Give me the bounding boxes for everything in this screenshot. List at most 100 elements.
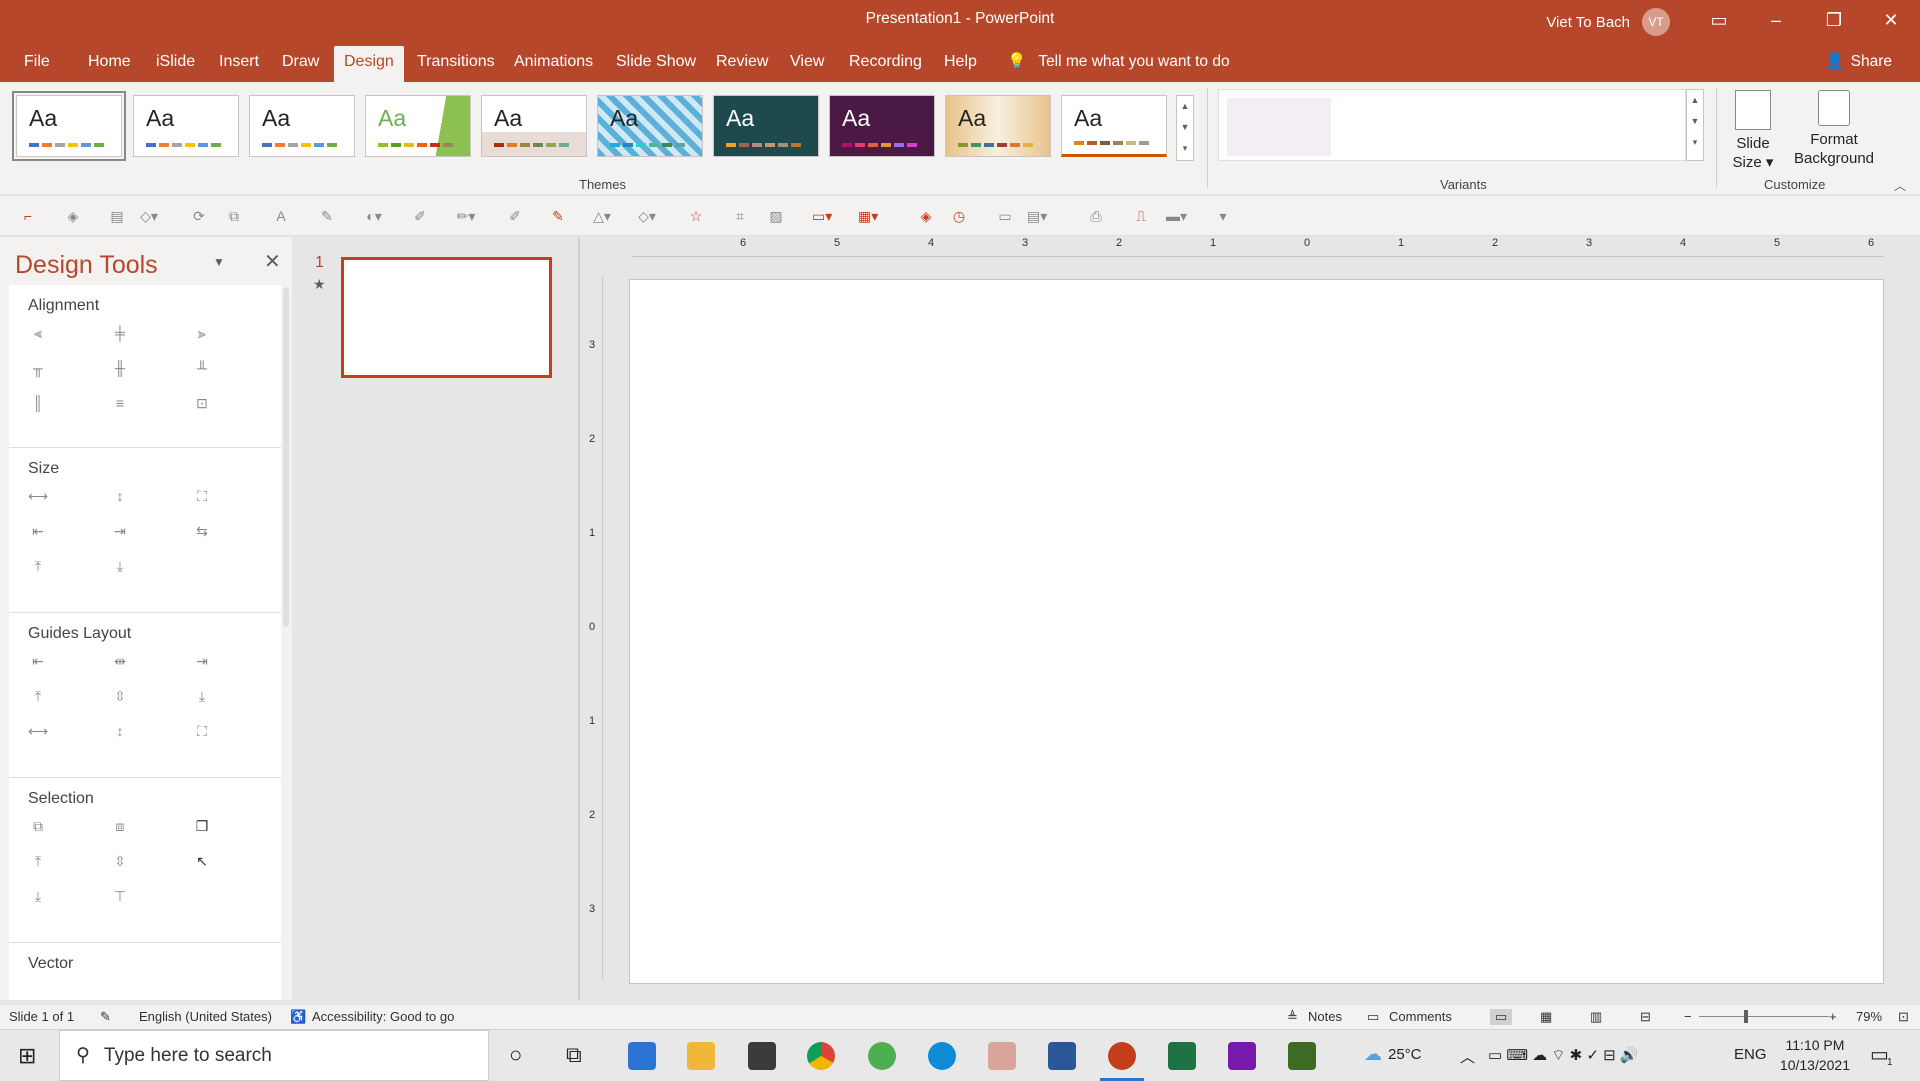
select-middle-icon[interactable]: ⇳: [110, 851, 130, 871]
zoom-in-icon[interactable]: +: [1829, 1009, 1837, 1024]
theme-office[interactable]: Aa: [12, 91, 126, 161]
theme-facet[interactable]: Aa: [365, 95, 471, 157]
variants-gallery[interactable]: [1218, 89, 1686, 161]
format-background-button[interactable]: Format Background: [1792, 90, 1876, 168]
guide-height-icon[interactable]: ↕: [110, 721, 130, 741]
tell-me-search[interactable]: 💡 Tell me what you want to do: [1007, 52, 1230, 71]
onenote-icon[interactable]: [1228, 1042, 1256, 1070]
guide-width-icon[interactable]: ⟷: [28, 721, 48, 741]
guide-bottom-icon[interactable]: ⤓: [192, 686, 212, 706]
theme-ion[interactable]: Aa: [713, 95, 819, 157]
match-size-icon[interactable]: ⇆: [192, 521, 212, 541]
normal-view-icon[interactable]: ▭: [1490, 1009, 1513, 1025]
tab-insert[interactable]: Insert: [219, 53, 259, 71]
format-painter-icon[interactable]: ✎: [548, 206, 568, 226]
tab-help[interactable]: Help: [944, 53, 977, 71]
theme-organic[interactable]: Aa: [945, 95, 1051, 157]
minimize-icon[interactable]: –: [1747, 0, 1805, 40]
zoom-slider-thumb[interactable]: [1744, 1010, 1748, 1023]
store-icon[interactable]: [748, 1042, 776, 1070]
tab-recording[interactable]: Recording: [849, 53, 922, 71]
theme-integral[interactable]: Aa: [481, 95, 587, 157]
pane-options-icon[interactable]: ▼: [213, 255, 225, 269]
fit-slide-icon[interactable]: ⊡: [1898, 1009, 1909, 1025]
same-size-icon[interactable]: ⛶: [192, 486, 212, 506]
close-icon[interactable]: ✕: [1862, 0, 1920, 40]
tab-draw[interactable]: Draw: [282, 53, 319, 71]
select-above-icon[interactable]: ⤒: [28, 851, 48, 871]
layers-icon[interactable]: ◈: [916, 206, 936, 226]
tab-file[interactable]: File: [24, 53, 50, 71]
slideshow-icon[interactable]: ⊟: [1640, 1009, 1651, 1025]
refresh-icon[interactable]: ⟳: [189, 206, 209, 226]
theme-3[interactable]: Aa: [249, 95, 355, 157]
spelling-icon[interactable]: ✎: [100, 1009, 111, 1025]
zoom-slider[interactable]: [1699, 1016, 1829, 1017]
zoom-level[interactable]: 79%: [1856, 1009, 1882, 1024]
select-below-icon[interactable]: ⤓: [28, 886, 48, 906]
guide-right-icon[interactable]: ⇥: [192, 651, 212, 671]
export-icon[interactable]: ⎍: [1131, 206, 1151, 226]
variant-placeholder[interactable]: [1227, 98, 1331, 156]
brush-icon[interactable]: ✐: [505, 206, 525, 226]
chrome-icon[interactable]: [807, 1042, 835, 1070]
tab-review[interactable]: Review: [716, 53, 768, 71]
tab-home[interactable]: Home: [88, 53, 131, 71]
align-center-icon[interactable]: ╪: [110, 323, 130, 343]
theme-retrospect[interactable]: Aa: [1061, 95, 1167, 157]
extend-left-icon[interactable]: ⇤: [28, 521, 48, 541]
slide-canvas[interactable]: [629, 279, 1884, 984]
same-width-icon[interactable]: ⟷: [28, 486, 48, 506]
powerpoint-icon[interactable]: [1108, 1042, 1136, 1070]
align-middle-icon[interactable]: ╫: [110, 358, 130, 378]
share-button[interactable]: 👤 Share: [1825, 52, 1892, 71]
outline-icon[interactable]: ✏▾: [456, 206, 476, 226]
font-icon[interactable]: A: [271, 206, 291, 226]
themes-scroll-icon[interactable]: ▲ ▼ ▾: [1176, 95, 1194, 161]
restore-icon[interactable]: ❐: [1805, 0, 1863, 40]
slide-icon[interactable]: ▭: [995, 206, 1015, 226]
app-icon[interactable]: [868, 1042, 896, 1070]
select-same-icon[interactable]: ⧉: [28, 816, 48, 836]
crop-icon[interactable]: ⌗: [730, 206, 750, 226]
zoom-out-icon[interactable]: −: [1684, 1009, 1692, 1024]
tab-design[interactable]: Design: [334, 46, 404, 82]
tab-islide[interactable]: iSlide: [156, 53, 195, 71]
comments-button[interactable]: Comments: [1389, 1009, 1452, 1024]
screenshot-icon[interactable]: ⎙: [1086, 206, 1106, 226]
word-icon[interactable]: [1048, 1042, 1076, 1070]
accessibility-status[interactable]: Accessibility: Good to go: [312, 1009, 454, 1024]
folder-icon[interactable]: ▬▾: [1166, 206, 1187, 226]
layout-icon[interactable]: ▤▾: [1027, 206, 1047, 226]
design-tools-icon[interactable]: ⌐: [18, 206, 38, 226]
grid-icon[interactable]: ▦▾: [858, 206, 878, 226]
slide-size-button[interactable]: Slide Size ▾: [1728, 90, 1778, 172]
fill-icon[interactable]: ◐▾: [364, 206, 384, 226]
image-icon[interactable]: ▨: [766, 206, 786, 226]
align-right-icon[interactable]: ⫸: [192, 323, 212, 343]
tab-slide-show[interactable]: Slide Show: [616, 53, 696, 71]
diamond-icon[interactable]: ◇▾: [637, 206, 657, 226]
temperature[interactable]: 25°C: [1388, 1046, 1422, 1063]
taskbar-clock[interactable]: 11:10 PM 10/13/2021: [1780, 1035, 1850, 1075]
align-left-icon[interactable]: ⫷: [28, 323, 48, 343]
app-icon[interactable]: [1288, 1042, 1316, 1070]
slide-sorter-icon[interactable]: ▦: [1540, 1009, 1552, 1025]
account-area[interactable]: Viet To Bach VT: [1546, 8, 1670, 36]
extend-right-icon[interactable]: ⇥: [110, 521, 130, 541]
reading-view-icon[interactable]: ▥: [1590, 1009, 1602, 1025]
table-icon[interactable]: ▭▾: [812, 206, 832, 226]
tab-animations[interactable]: Animations: [514, 53, 593, 71]
avatar[interactable]: VT: [1642, 8, 1670, 36]
align-top-icon[interactable]: ╥: [28, 358, 48, 378]
input-language[interactable]: ENG: [1734, 1046, 1767, 1063]
cortana-icon[interactable]: ○: [509, 1042, 522, 1068]
eyedropper-icon[interactable]: ✐: [410, 206, 430, 226]
pen-icon[interactable]: ✎: [317, 206, 337, 226]
theme-ion-boardroom[interactable]: Aa: [829, 95, 935, 157]
guide-middle-icon[interactable]: ⇳: [110, 686, 130, 706]
distribute-vertical-icon[interactable]: ≡: [110, 393, 130, 413]
align-bottom-icon[interactable]: ╨: [192, 358, 212, 378]
pane-scrollbar[interactable]: [283, 287, 289, 627]
tab-transitions[interactable]: Transitions: [417, 53, 495, 71]
